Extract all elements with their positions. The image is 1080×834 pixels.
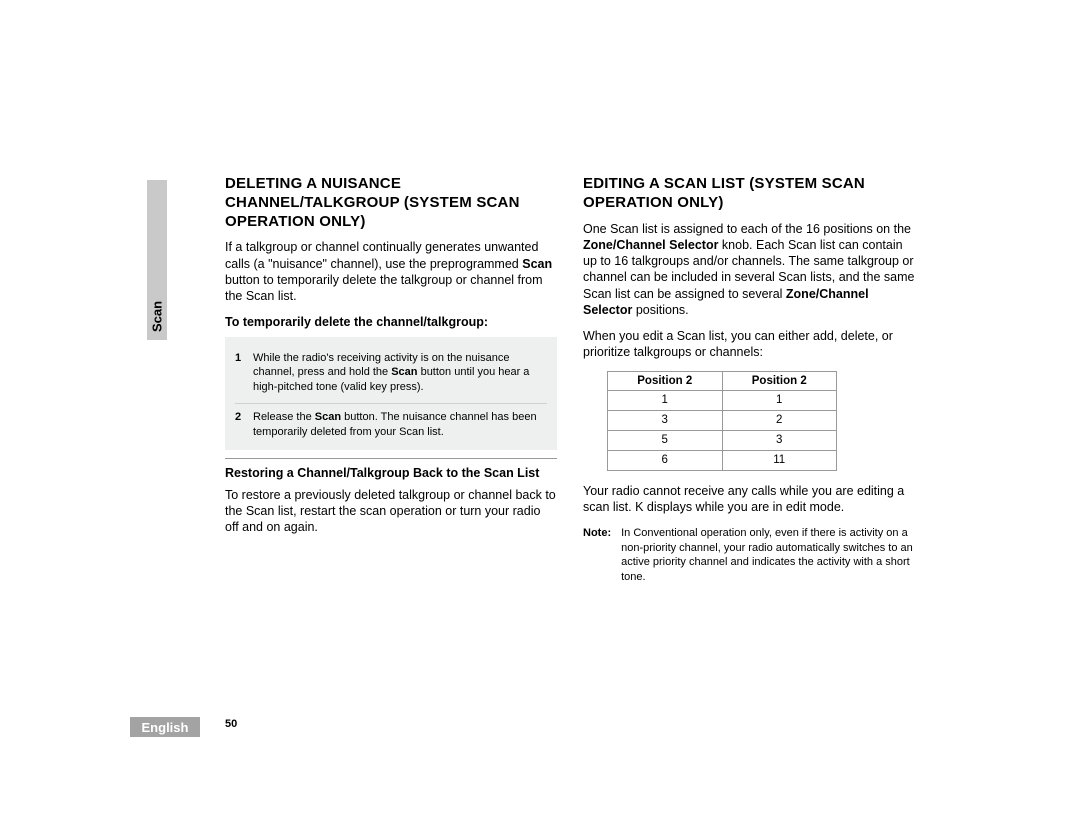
step-text-bold: Scan [391, 366, 417, 378]
intro-bold: Scan [522, 257, 552, 271]
p1-a: One Scan list is assigned to each of the… [583, 222, 911, 236]
right-p3: Your radio cannot receive any calls whil… [583, 483, 915, 516]
p1-d: positions. [632, 303, 688, 317]
table-cell: 3 [722, 431, 837, 451]
right-column: EDITING A SCAN LIST (SYSTEM SCAN OPERATI… [583, 175, 915, 585]
right-p1: One Scan list is assigned to each of the… [583, 221, 915, 319]
table-cell: 3 [608, 411, 723, 431]
step-number: 2 [235, 410, 253, 425]
table-header-row: Position 2 Position 2 [608, 371, 837, 391]
note-text: In Conventional operation only, even if … [621, 526, 915, 585]
table-cell: 2 [722, 411, 837, 431]
step-text: Release the Scan button. The nuisance ch… [253, 410, 547, 440]
p1-b1: Zone/Channel Selector [583, 238, 718, 252]
left-column: DELETING A NUISANCE CHANNEL/TALKGROUP (S… [225, 175, 557, 585]
page-content: DELETING A NUISANCE CHANNEL/TALKGROUP (S… [225, 175, 915, 585]
table-row: 5 3 [608, 431, 837, 451]
steps-box: 1 While the radio's receiving activity i… [225, 337, 557, 450]
table-row: 6 11 [608, 451, 837, 471]
step-row: 1 While the radio's receiving activity i… [235, 345, 547, 405]
note-label: Note: [583, 526, 611, 585]
left-heading: DELETING A NUISANCE CHANNEL/TALKGROUP (S… [225, 175, 557, 231]
table-row: 1 1 [608, 391, 837, 411]
page-number: 50 [225, 718, 237, 730]
divider [225, 458, 557, 459]
position-table: Position 2 Position 2 1 1 3 2 5 3 6 11 [607, 371, 837, 472]
left-sub2: Restoring a Channel/Talkgroup Back to th… [225, 465, 557, 481]
p3-c: displays while you are in edit mode. [643, 500, 844, 514]
left-sub1: To temporarily delete the channel/talkgr… [225, 314, 557, 330]
table-cell: 5 [608, 431, 723, 451]
left-intro: If a talkgroup or channel continually ge… [225, 239, 557, 304]
language-tab: English [130, 717, 200, 737]
intro-post: button to temporarily delete the talkgro… [225, 273, 543, 303]
table-cell: 6 [608, 451, 723, 471]
restore-para: To restore a previously deleted talkgrou… [225, 487, 557, 536]
step-text: While the radio's receiving activity is … [253, 351, 547, 396]
table-header: Position 2 [722, 371, 837, 391]
table-header: Position 2 [608, 371, 723, 391]
table-cell: 1 [608, 391, 723, 411]
table-row: 3 2 [608, 411, 837, 431]
step-row: 2 Release the Scan button. The nuisance … [235, 404, 547, 448]
note-block: Note: In Conventional operation only, ev… [583, 526, 915, 585]
right-heading: EDITING A SCAN LIST (SYSTEM SCAN OPERATI… [583, 175, 915, 213]
table-cell: 1 [722, 391, 837, 411]
intro-pre: If a talkgroup or channel continually ge… [225, 240, 538, 270]
table-cell: 11 [722, 451, 837, 471]
step-text-pre: Release the [253, 411, 315, 423]
right-p2: When you edit a Scan list, you can eithe… [583, 328, 915, 361]
step-text-bold: Scan [315, 411, 341, 423]
side-tab-scan: Scan [147, 180, 167, 340]
step-number: 1 [235, 351, 253, 366]
